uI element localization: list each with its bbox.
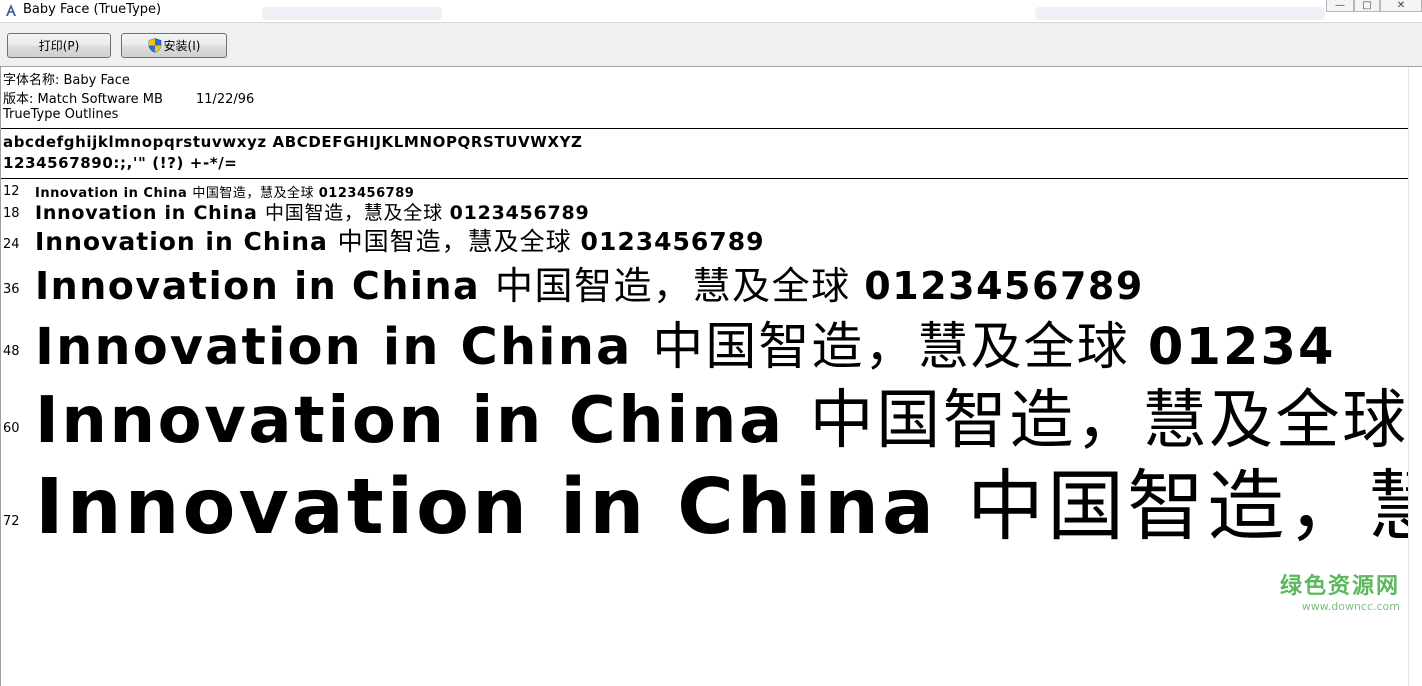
uac-shield-icon	[148, 38, 161, 53]
sample-digits: 0123456789	[580, 227, 765, 256]
maximize-icon: □	[1362, 0, 1372, 11]
divider-top	[1, 128, 1409, 129]
sample-cjk: 中国智造，慧及全球	[337, 227, 581, 256]
sample-digits: 0123456789	[864, 264, 1144, 308]
sample-cjk: 中国智造，慧及全球	[264, 202, 450, 224]
site-watermark: 绿色资源网 www.downcc.com	[1280, 568, 1400, 613]
background-window-artifact	[262, 7, 442, 20]
close-button[interactable]: ✕	[1380, 0, 1422, 12]
maximize-button[interactable]: □	[1354, 0, 1380, 12]
minimize-icon: —	[1335, 0, 1345, 11]
size-label-18: 18	[3, 206, 20, 221]
sample-latin: Innovation in China	[35, 227, 338, 256]
size-label-72: 72	[3, 514, 20, 529]
sample-cjk: 中国智造，慧	[967, 463, 1422, 552]
charset-letters: abcdefghijklmnopqrstuvwxyz ABCDEFGHIJKLM…	[3, 133, 583, 151]
close-icon: ✕	[1396, 0, 1406, 11]
font-version-line: 版本: Match Software MB 11/22/96	[3, 92, 255, 107]
watermark-url: www.downcc.com	[1301, 600, 1400, 613]
font-app-icon	[6, 4, 16, 16]
sample-cjk: 中国智造，慧及全球	[494, 264, 865, 308]
sample-digits: 0123456789	[449, 202, 590, 224]
install-button[interactable]: 安装(I)	[121, 33, 227, 58]
toolbar: 打印(P) 安装(I)	[0, 23, 1422, 67]
install-button-label: 安装(I)	[163, 39, 201, 53]
sample-latin: Innovation in China	[35, 264, 495, 308]
divider-bottom	[1, 178, 1409, 179]
size-label-36: 36	[3, 282, 20, 297]
print-button-label: 打印(P)	[38, 39, 80, 53]
sample-row-72: Innovation in China 中国智造，慧	[35, 445, 1422, 556]
size-label-12: 12	[3, 184, 20, 199]
window-title: Baby Face (TrueType)	[23, 2, 162, 17]
background-window-artifact-2	[1035, 7, 1325, 20]
sample-latin: Innovation in China	[35, 202, 265, 224]
size-label-24: 24	[3, 237, 20, 252]
title-bar: Baby Face (TrueType) — □ ✕	[0, 0, 1422, 23]
size-label-60: 60	[3, 421, 20, 436]
font-outline-line: TrueType Outlines	[3, 107, 119, 122]
sample-latin: Innovation in China	[35, 463, 967, 552]
minimize-button[interactable]: —	[1326, 0, 1354, 12]
right-edge	[1408, 67, 1422, 686]
font-viewer-window: Baby Face (TrueType) — □ ✕ 打印(P) 安装(I) 字…	[0, 0, 1422, 686]
size-label-48: 48	[3, 344, 20, 359]
font-name-line: 字体名称: Baby Face	[3, 73, 130, 88]
charset-symbols: 1234567890:;,'" (!?) +-*/=	[3, 154, 238, 172]
sample-row-36: Innovation in China 中国智造，慧及全球 0123456789	[35, 255, 1144, 310]
font-preview-area[interactable]: 字体名称: Baby Face 版本: Match Software MB 11…	[0, 67, 1422, 686]
sample-row-24: Innovation in China 中国智造，慧及全球 0123456789	[35, 222, 765, 258]
print-button[interactable]: 打印(P)	[7, 33, 111, 58]
sample-row-18: Innovation in China 中国智造，慧及全球 0123456789	[35, 198, 589, 225]
sample-row-48: Innovation in China 中国智造，慧及全球 01234	[35, 305, 1336, 379]
watermark-title: 绿色资源网	[1279, 574, 1400, 599]
